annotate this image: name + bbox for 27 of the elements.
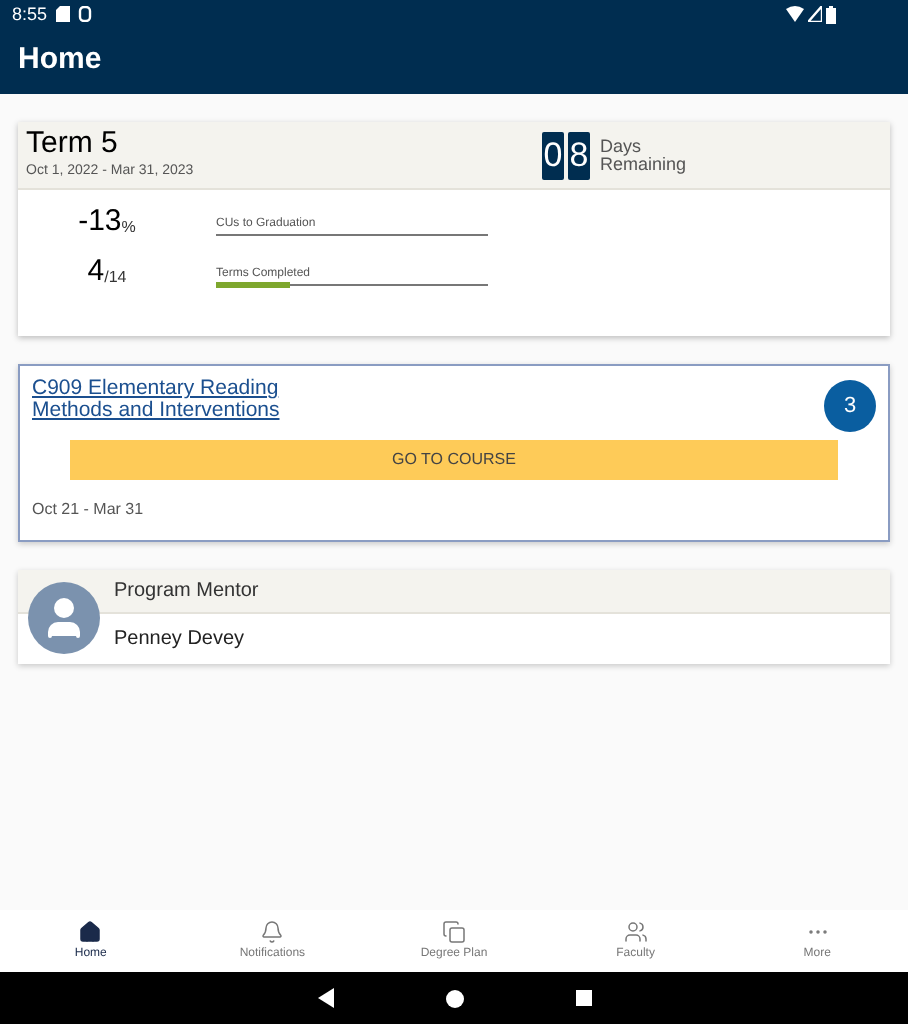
metric-unit: /14 (104, 270, 127, 286)
go-to-course-button[interactable]: GO TO COURSE (70, 440, 838, 480)
avatar-icon (28, 582, 100, 654)
days-label: Days (600, 137, 644, 155)
term-title: Term 5 (26, 126, 120, 163)
days-digit: 0 (542, 131, 564, 179)
course-link[interactable]: C909 Elementary Reading Methods and Interventions (32, 378, 302, 422)
wifi-icon (786, 6, 804, 22)
days-digit: 8 (568, 131, 590, 179)
signal-icon (808, 6, 822, 22)
back-icon[interactable] (317, 988, 333, 1008)
recents-icon[interactable] (575, 990, 591, 1006)
metric-value: 4 (87, 256, 105, 286)
home-circle-icon[interactable] (445, 989, 463, 1007)
count-badge: 3 (824, 380, 876, 432)
mentor-name: Penney Devey (114, 625, 245, 653)
days-label: Remaining (600, 155, 687, 173)
metric-unit: % (121, 220, 136, 236)
mentor-role: Program Mentor (114, 578, 259, 606)
metric-value: -13 (78, 206, 122, 236)
course-dates: Oct 21 - Mar 31 (32, 498, 146, 522)
page-title: Home (18, 40, 102, 81)
sd-card-icon (55, 6, 70, 22)
home-icon (78, 919, 103, 943)
status-time: 8:55 (12, 5, 48, 23)
battery-icon (826, 5, 836, 23)
bell-icon (260, 919, 285, 943)
